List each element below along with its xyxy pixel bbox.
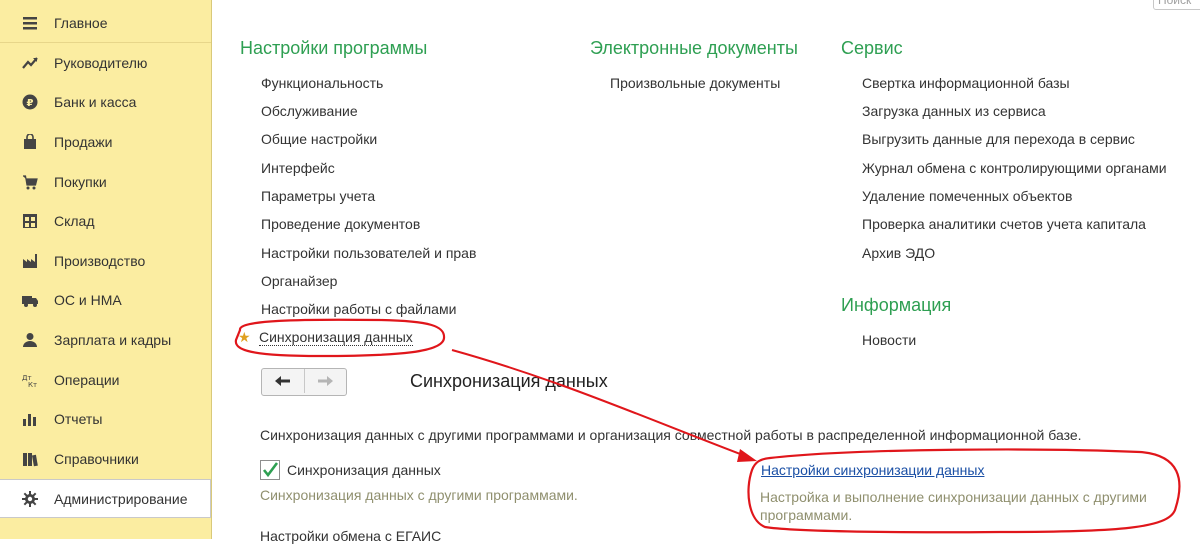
checkbox-label: Синхронизация данных <box>287 462 441 478</box>
data-sync-checkbox[interactable] <box>260 460 280 480</box>
menu-lines-icon <box>22 15 38 31</box>
sidebar-item-label: Зарплата и кадры <box>54 331 172 348</box>
link-accounting-params[interactable]: Параметры учета <box>261 188 375 204</box>
forward-button[interactable] <box>303 369 347 393</box>
sidebar-item-label: Банк и касса <box>54 93 137 110</box>
sidebar-item-operations[interactable]: Дт Кт Операции <box>0 360 211 399</box>
section-title-service: Сервис <box>841 38 903 58</box>
sidebar-item-label: Руководителю <box>54 54 148 71</box>
link-organizer[interactable]: Органайзер <box>261 273 337 289</box>
sidebar-item-label: ОС и НМА <box>54 291 122 308</box>
checkbox-hint: Синхронизация данных с другими программа… <box>260 487 578 503</box>
sidebar-item-administration[interactable]: Администрирование <box>0 479 211 518</box>
sidebar-item-label: Производство <box>54 252 146 269</box>
section-title-info: Информация <box>841 295 952 315</box>
link-functionality[interactable]: Функциональность <box>261 75 383 91</box>
sidebar-item-bank[interactable]: ₽ Банк и касса <box>0 82 211 121</box>
panel-description: Синхронизация данных с другими программа… <box>260 427 1082 443</box>
sidebar-item-references[interactable]: Справочники <box>0 439 211 478</box>
section-title-settings: Настройки программы <box>240 38 428 58</box>
svg-text:Кт: Кт <box>28 381 37 388</box>
checkmark-icon <box>262 462 279 478</box>
warehouse-icon <box>22 213 38 229</box>
link-arbitrary-docs[interactable]: Произвольные документы <box>610 75 780 91</box>
sidebar-item-label: Склад <box>54 212 95 229</box>
link-export-to-service[interactable]: Выгрузить данные для перехода в сервис <box>862 131 1135 147</box>
link-file-settings[interactable]: Настройки работы с файлами <box>261 301 456 317</box>
factory-icon <box>22 253 38 269</box>
ruble-coin-icon: ₽ <box>22 94 38 110</box>
sidebar-item-purchases[interactable]: Покупки <box>0 162 211 201</box>
sidebar-item-sales[interactable]: Продажи <box>0 122 211 161</box>
link-news[interactable]: Новости <box>862 332 916 348</box>
link-users-rights[interactable]: Настройки пользователей и прав <box>261 245 476 261</box>
annotation-arrow-head <box>737 449 757 462</box>
sidebar-item-label: Главное <box>54 14 108 31</box>
sidebar-item-label: Отчеты <box>54 410 103 427</box>
debit-credit-icon: Дт Кт <box>22 372 38 388</box>
link-maintenance[interactable]: Обслуживание <box>261 103 358 119</box>
truck-icon <box>22 292 38 308</box>
back-button[interactable] <box>262 369 304 393</box>
egais-settings-label: Настройки обмена с ЕГАИС <box>260 528 442 544</box>
shopping-bag-icon <box>22 133 38 150</box>
panel-title: Синхронизация данных <box>410 371 608 391</box>
link-doc-posting[interactable]: Проведение документов <box>261 216 420 232</box>
star-icon: ★ <box>238 329 251 345</box>
gear-icon <box>22 490 38 507</box>
sidebar-item-label: Продажи <box>54 133 113 150</box>
link-exchange-journal[interactable]: Журнал обмена с контролирующими органами <box>862 160 1167 176</box>
link-capital-analytics[interactable]: Проверка аналитики счетов учета капитала <box>862 216 1146 232</box>
nav-buttons <box>261 368 347 396</box>
svg-text:₽: ₽ <box>27 98 34 109</box>
sidebar-item-label: Администрирование <box>54 490 188 507</box>
sidebar-item-label: Покупки <box>54 173 107 190</box>
arrow-right-icon <box>318 376 334 386</box>
arrow-left-icon <box>274 376 290 386</box>
person-icon <box>22 332 38 348</box>
search-input[interactable]: Поиск <box>1153 0 1200 10</box>
sidebar-item-main[interactable]: Главное <box>0 3 211 42</box>
link-data-sync[interactable]: Синхронизация данных <box>259 329 413 346</box>
sidebar-item-manager[interactable]: Руководителю <box>0 43 211 82</box>
sidebar-item-fixed-assets[interactable]: ОС и НМА <box>0 280 211 319</box>
link-load-from-service[interactable]: Загрузка данных из сервиса <box>862 103 1046 119</box>
bar-chart-icon <box>22 411 38 427</box>
section-title-edocs: Электронные документы <box>590 38 798 58</box>
link-edo-archive[interactable]: Архив ЭДО <box>862 245 935 261</box>
sidebar-item-warehouse[interactable]: Склад <box>0 201 211 240</box>
link-general-settings[interactable]: Общие настройки <box>261 131 377 147</box>
books-icon <box>22 451 38 467</box>
link-interface[interactable]: Интерфейс <box>261 160 335 176</box>
link-db-collapse[interactable]: Свертка информационной базы <box>862 75 1070 91</box>
sidebar-item-label: Справочники <box>54 450 139 467</box>
trend-up-icon <box>22 55 38 71</box>
sidebar-item-reports[interactable]: Отчеты <box>0 399 211 438</box>
sync-settings-hint: Настройка и выполнение синхронизации дан… <box>760 489 1147 523</box>
sidebar: Главное Руководителю ₽ Банк и касса Прод… <box>0 0 212 539</box>
cart-icon <box>22 174 38 190</box>
sidebar-item-label: Операции <box>54 371 120 388</box>
link-delete-marked[interactable]: Удаление помеченных объектов <box>862 188 1072 204</box>
sidebar-item-production[interactable]: Производство <box>0 241 211 280</box>
sidebar-item-salary[interactable]: Зарплата и кадры <box>0 320 211 359</box>
sync-settings-link[interactable]: Настройки синхронизации данных <box>761 462 984 478</box>
